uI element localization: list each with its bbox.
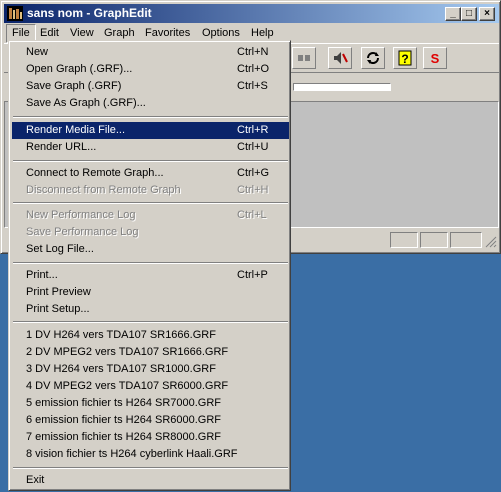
status-panel [420, 232, 448, 248]
window-title: sans nom - GraphEdit [27, 6, 152, 20]
menu-item-save-graph[interactable]: Save Graph (.GRF) Ctrl+S [12, 78, 289, 95]
menu-separator [13, 321, 288, 323]
menu-item-disconnect-remote-graph: Disconnect from Remote Graph Ctrl+H [12, 182, 289, 199]
menu-separator [13, 160, 288, 162]
menu-item-label: Save Graph (.GRF) [26, 80, 122, 92]
disconnect-button[interactable] [292, 47, 316, 69]
menu-separator [13, 116, 288, 118]
menu-separator [13, 467, 288, 469]
refresh-button[interactable] [361, 47, 385, 69]
speaker-button[interactable] [328, 47, 352, 69]
menu-item-shortcut: Ctrl+O [237, 63, 270, 75]
menu-item-label: 5 emission fichier ts H264 SR7000.GRF [26, 397, 222, 409]
menu-item-shortcut: Ctrl+U [237, 141, 269, 153]
menu-item-render-media-file[interactable]: Render Media File... Ctrl+R [12, 122, 289, 139]
refresh-icon [367, 52, 379, 64]
graphedit-app-icon [7, 6, 23, 21]
close-button[interactable]: × [479, 7, 495, 21]
menu-item-recent-file[interactable]: 8 vision fichier ts H264 cyberlink Haali… [12, 446, 289, 463]
menu-item-label: Set Log File... [26, 243, 94, 255]
menu-item-new[interactable]: New Ctrl+N [12, 44, 289, 61]
seek-icon: S [431, 51, 440, 66]
menu-item-print-setup[interactable]: Print Setup... [12, 301, 289, 318]
title-bar[interactable]: sans nom - GraphEdit _ □ × [4, 4, 499, 23]
seek-bar[interactable] [293, 83, 391, 91]
menu-item-save-as-graph[interactable]: Save As Graph (.GRF)... [12, 95, 289, 112]
menu-item-label: New [26, 46, 49, 58]
menu-item-label: Save Performance Log [26, 226, 139, 238]
menu-item-recent-file[interactable]: 5 emission fichier ts H264 SR7000.GRF [12, 395, 289, 412]
menu-item-new-performance-log: New Performance Log Ctrl+L [12, 207, 289, 224]
menu-item-shortcut: Ctrl+S [237, 80, 268, 92]
menu-item-label: Connect to Remote Graph... [26, 167, 164, 179]
speaker-icon [334, 52, 348, 64]
menu-item-label: Render URL... [26, 141, 97, 153]
menu-item-shortcut: Ctrl+R [237, 124, 269, 136]
menu-item-recent-file[interactable]: 1 DV H264 vers TDA107 SR1666.GRF [12, 327, 289, 344]
menu-item-shortcut: Ctrl+P [237, 269, 268, 281]
menu-separator [13, 262, 288, 264]
menu-item-label: Print Preview [26, 286, 91, 298]
menu-item-shortcut: Ctrl+G [237, 167, 270, 179]
menu-item-recent-file[interactable]: 6 emission fichier ts H264 SR6000.GRF [12, 412, 289, 429]
menu-item-label: 2 DV MPEG2 vers TDA107 SR1666.GRF [26, 346, 229, 358]
menu-item-label: Open Graph (.GRF)... [26, 63, 133, 75]
menu-item-label: Render Media File... [26, 124, 126, 136]
maximize-button[interactable]: □ [461, 7, 477, 21]
status-panel [450, 232, 482, 248]
menu-item-print[interactable]: Print... Ctrl+P [12, 267, 289, 284]
status-panel [390, 232, 418, 248]
menu-item-label: 6 emission fichier ts H264 SR6000.GRF [26, 414, 222, 426]
seek-button[interactable]: S [423, 47, 447, 69]
resize-grip-icon[interactable] [485, 236, 497, 248]
menu-item-set-log-file[interactable]: Set Log File... [12, 241, 289, 258]
svg-text:S: S [431, 51, 440, 66]
menu-item-recent-file[interactable]: 3 DV H264 vers TDA107 SR1000.GRF [12, 361, 289, 378]
menu-item-recent-file[interactable]: 4 DV MPEG2 vers TDA107 SR6000.GRF [12, 378, 289, 395]
menu-item-label: Print... [26, 269, 58, 281]
menu-item-connect-remote-graph[interactable]: Connect to Remote Graph... Ctrl+G [12, 165, 289, 182]
menu-item-exit[interactable]: Exit [12, 472, 289, 489]
menu-item-recent-file[interactable]: 2 DV MPEG2 vers TDA107 SR1666.GRF [12, 344, 289, 361]
help-icon: ? [398, 50, 412, 66]
menu-item-label: Print Setup... [26, 303, 90, 315]
menu-item-label: Exit [26, 474, 45, 486]
help-button[interactable]: ? [393, 47, 417, 69]
menu-item-label: 3 DV H264 vers TDA107 SR1000.GRF [26, 363, 216, 375]
menu-item-shortcut: Ctrl+L [237, 209, 267, 221]
file-menu-dropdown: New Ctrl+N Open Graph (.GRF)... Ctrl+O Sav… [8, 40, 291, 491]
menu-item-render-url[interactable]: Render URL... Ctrl+U [12, 139, 289, 156]
menu-separator [13, 202, 288, 204]
menu-item-label: Disconnect from Remote Graph [26, 184, 181, 196]
disconnect-icon [298, 55, 310, 61]
menu-item-save-performance-log: Save Performance Log [12, 224, 289, 241]
menu-item-label: 1 DV H264 vers TDA107 SR1666.GRF [26, 329, 216, 341]
menu-item-label: 8 vision fichier ts H264 cyberlink Haali… [26, 448, 238, 460]
menu-item-open-graph[interactable]: Open Graph (.GRF)... Ctrl+O [12, 61, 289, 78]
menu-item-label: 7 emission fichier ts H264 SR8000.GRF [26, 431, 222, 443]
menu-item-shortcut: Ctrl+H [237, 184, 269, 196]
menu-item-recent-file[interactable]: 7 emission fichier ts H264 SR8000.GRF [12, 429, 289, 446]
menu-item-label: 4 DV MPEG2 vers TDA107 SR6000.GRF [26, 380, 229, 392]
svg-text:?: ? [401, 52, 408, 66]
minimize-button[interactable]: _ [445, 7, 461, 21]
menu-item-shortcut: Ctrl+N [237, 46, 269, 58]
menu-item-label: Save As Graph (.GRF)... [26, 97, 146, 109]
menu-item-print-preview[interactable]: Print Preview [12, 284, 289, 301]
menu-item-label: New Performance Log [26, 209, 136, 221]
